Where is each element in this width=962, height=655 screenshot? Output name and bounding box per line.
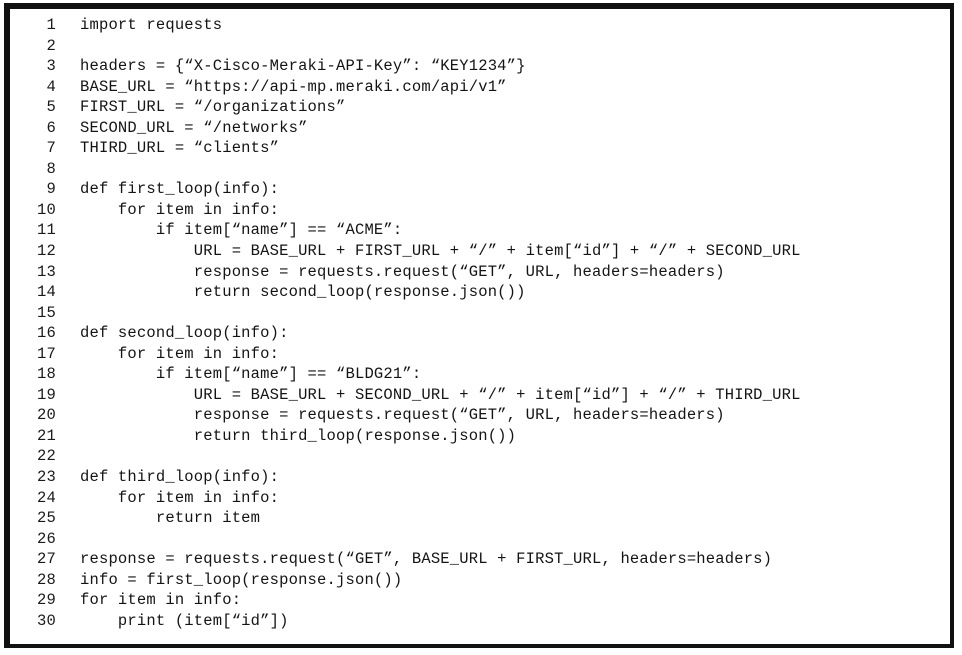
line-code: info = first_loop(response.json()) xyxy=(80,570,403,589)
code-line: 3 headers = {“X-Cisco-Meraki-API-Key”: “K… xyxy=(10,56,950,77)
code-line: 8 xyxy=(10,159,950,180)
code-line: 13 response = requests.request(“GET”, UR… xyxy=(10,262,950,283)
line-number: 6 xyxy=(46,118,56,137)
line-number: 8 xyxy=(46,159,56,178)
code-line: 21 return third_loop(response.json()) xyxy=(10,426,950,447)
line-number: 27 xyxy=(36,550,56,569)
code-line: 22 xyxy=(10,446,950,467)
code-line: 1 import requests xyxy=(10,15,950,36)
line-number: 19 xyxy=(36,385,56,404)
line-code: THIRD_URL = “clients” xyxy=(80,139,280,158)
code-line: 6 SECOND_URL = “/networks” xyxy=(10,118,950,139)
line-number: 18 xyxy=(36,365,56,384)
code-line: 9 def first_loop(info): xyxy=(10,179,950,200)
code-line: 15 xyxy=(10,303,950,324)
line-number: 15 xyxy=(36,303,56,322)
code-line: 20 response = requests.request(“GET”, UR… xyxy=(10,405,950,426)
line-code: for item in info: xyxy=(80,488,280,507)
code-line: 18 if item[“name”] == “BLDG21”: xyxy=(10,364,950,385)
line-number: 28 xyxy=(36,570,56,589)
code-line: 26 xyxy=(10,529,950,550)
line-number: 13 xyxy=(36,262,56,281)
code-line: 25 return item xyxy=(10,508,950,529)
code-line: 24 for item in info: xyxy=(10,488,950,509)
line-code: return third_loop(response.json()) xyxy=(80,426,517,445)
line-code: def first_loop(info): xyxy=(80,180,280,199)
line-number: 2 xyxy=(46,36,56,55)
line-number: 11 xyxy=(36,221,56,240)
line-code: return second_loop(response.json()) xyxy=(80,283,526,302)
code-line: 19 URL = BASE_URL + SECOND_URL + “/” + i… xyxy=(10,385,950,406)
line-number: 25 xyxy=(36,509,56,528)
line-code: response = requests.request(“GET”, BASE_… xyxy=(80,550,773,569)
code-listing-figure: 1 import requests 2 3 headers = {“X-Cisco-Me… xyxy=(4,3,954,648)
line-number: 20 xyxy=(36,406,56,425)
code-line: 17 for item in info: xyxy=(10,344,950,365)
line-code: if item[“name”] == “BLDG21”: xyxy=(80,365,422,384)
code-line: 2 xyxy=(10,36,950,57)
line-code: URL = BASE_URL + SECOND_URL + “/” + item… xyxy=(80,385,801,404)
line-number: 23 xyxy=(36,468,56,487)
line-code: return item xyxy=(80,509,261,528)
line-number: 7 xyxy=(46,139,56,158)
line-code: print (item[“id”]) xyxy=(80,611,289,630)
line-number: 30 xyxy=(36,611,56,630)
line-code: def third_loop(info): xyxy=(80,468,280,487)
line-code: FIRST_URL = “/organizations” xyxy=(80,98,346,117)
line-number: 3 xyxy=(46,57,56,76)
line-number: 12 xyxy=(36,242,56,261)
line-code: import requests xyxy=(80,16,223,34)
code-line: 30 print (item[“id”]) xyxy=(10,611,950,632)
line-number: 14 xyxy=(36,283,56,302)
code-line: 10 for item in info: xyxy=(10,200,950,221)
code-line: 23 def third_loop(info): xyxy=(10,467,950,488)
line-number: 16 xyxy=(36,324,56,343)
line-number: 21 xyxy=(36,426,56,445)
code-line: 4 BASE_URL = “https://api-mp.meraki.com/a… xyxy=(10,77,950,98)
code-line: 27 response = requests.request(“GET”, BAS… xyxy=(10,549,950,570)
code-line: 16 def second_loop(info): xyxy=(10,323,950,344)
code-line: 5 FIRST_URL = “/organizations” xyxy=(10,97,950,118)
line-number: 29 xyxy=(36,591,56,610)
line-code: BASE_URL = “https://api-mp.meraki.com/ap… xyxy=(80,77,507,96)
line-number: 9 xyxy=(46,180,56,199)
code-line: 12 URL = BASE_URL + FIRST_URL + “/” + it… xyxy=(10,241,950,262)
line-code: def second_loop(info): xyxy=(80,324,289,343)
line-code: for item in info: xyxy=(80,344,280,363)
line-code: response = requests.request(“GET”, URL, … xyxy=(80,262,725,281)
line-code: headers = {“X-Cisco-Meraki-API-Key”: “KE… xyxy=(80,57,526,76)
line-code: for item in info: xyxy=(80,200,280,219)
code-listing: 1 import requests 2 3 headers = {“X-Cisco-Me… xyxy=(10,9,950,631)
line-code: response = requests.request(“GET”, URL, … xyxy=(80,406,725,425)
line-number: 22 xyxy=(36,447,56,466)
line-number: 10 xyxy=(36,200,56,219)
code-line: 29 for item in info: xyxy=(10,590,950,611)
code-line: 14 return second_loop(response.json()) xyxy=(10,282,950,303)
line-number: 5 xyxy=(46,98,56,117)
line-number: 24 xyxy=(36,488,56,507)
code-line: 11 if item[“name”] == “ACME”: xyxy=(10,220,950,241)
line-code: SECOND_URL = “/networks” xyxy=(80,118,308,137)
line-code: for item in info: xyxy=(80,591,242,610)
line-number: 26 xyxy=(36,529,56,548)
line-number: 1 xyxy=(46,16,56,34)
line-code: URL = BASE_URL + FIRST_URL + “/” + item[… xyxy=(80,242,801,261)
code-line: 28 info = first_loop(response.json()) xyxy=(10,570,950,591)
line-number: 17 xyxy=(36,344,56,363)
line-number: 4 xyxy=(46,77,56,96)
line-code: if item[“name”] == “ACME”: xyxy=(80,221,403,240)
code-line: 7 THIRD_URL = “clients” xyxy=(10,138,950,159)
